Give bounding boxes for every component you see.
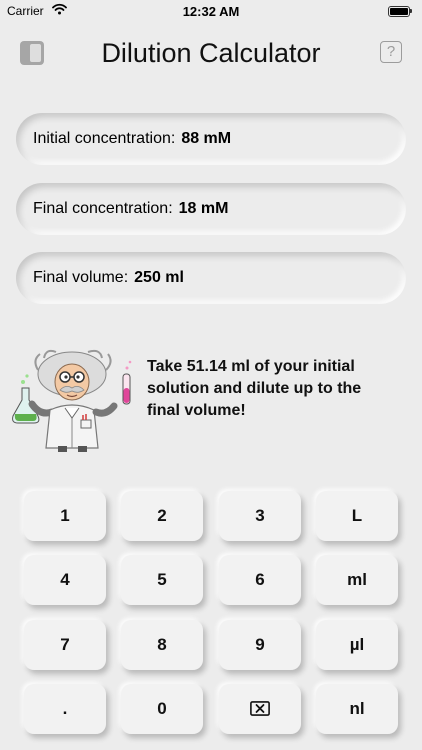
initial-concentration-field[interactable]: Initial concentration: 88 mM	[16, 113, 406, 165]
key-milliliter[interactable]: ml	[316, 555, 398, 605]
final-concentration-field[interactable]: Final concentration: 18 mM	[16, 183, 406, 235]
final-volume-label: Final volume:	[33, 269, 129, 286]
battery-level-fill	[390, 8, 408, 15]
backspace-button[interactable]	[219, 684, 301, 734]
backspace-icon	[250, 701, 270, 716]
page-title: Dilution Calculator	[101, 38, 321, 68]
dilution-calculator-screen: Carrier 12:32 AM Dilution Calculator ? I…	[0, 0, 422, 750]
result-instructions: Take 51.14 ml of your initial solution a…	[147, 358, 362, 419]
key-4[interactable]: 4	[24, 555, 106, 605]
scientist-illustration	[12, 349, 132, 452]
initial-concentration-label: Initial concentration:	[33, 130, 176, 147]
key-5[interactable]: 5	[121, 555, 203, 605]
key-liter[interactable]: L	[316, 491, 398, 541]
final-concentration-value: 18 mM	[178, 200, 229, 217]
status-time: 12:32 AM	[182, 4, 240, 19]
battery-icon	[388, 6, 412, 17]
key-decimal-point[interactable]: .	[24, 684, 106, 734]
key-2[interactable]: 2	[121, 491, 203, 541]
key-8[interactable]: 8	[121, 620, 203, 670]
key-7[interactable]: 7	[24, 620, 106, 670]
initial-concentration-value: 88 mM	[181, 130, 232, 147]
status-bar: Carrier 12:32 AM	[0, 0, 422, 24]
key-0[interactable]: 0	[121, 684, 203, 734]
final-concentration-label: Final concentration:	[33, 200, 173, 217]
key-6[interactable]: 6	[219, 555, 301, 605]
final-volume-field[interactable]: Final volume: 250 ml	[16, 252, 406, 304]
key-9[interactable]: 9	[219, 620, 301, 670]
final-volume-value: 250 ml	[134, 269, 184, 286]
key-1[interactable]: 1	[24, 491, 106, 541]
help-icon[interactable]: ?	[380, 41, 402, 63]
key-nanoliter[interactable]: nl	[316, 684, 398, 734]
key-microliter[interactable]: µl	[316, 620, 398, 670]
key-3[interactable]: 3	[219, 491, 301, 541]
